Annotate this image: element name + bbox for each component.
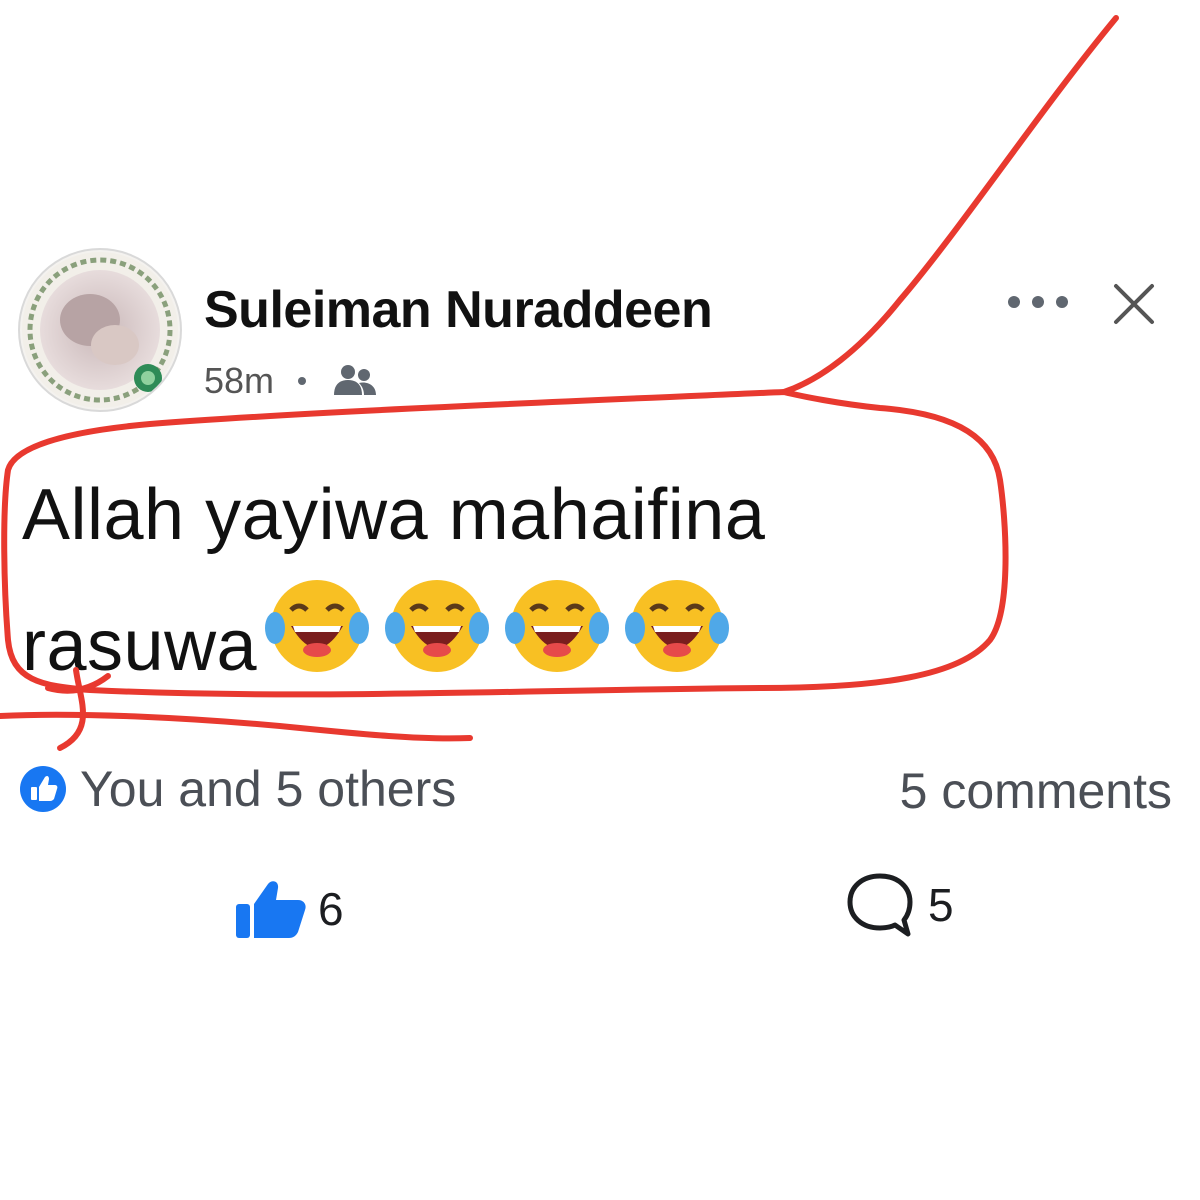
post-body: Allah yayiwa mahaifina rasuwa (22, 460, 1022, 701)
post-meta: 58m (204, 356, 378, 406)
post-timestamp[interactable]: 58m (204, 360, 274, 402)
post-text-line-2-container: rasuwa (22, 570, 1022, 701)
tears-of-joy-emoji-icon (381, 570, 493, 682)
like-count: 6 (318, 883, 344, 935)
author-name[interactable]: Suleiman Nuraddeen (204, 280, 713, 340)
comment-button[interactable]: 5 (842, 870, 954, 940)
friends-icon[interactable] (332, 363, 378, 399)
reactions-summary[interactable]: You and 5 others (18, 760, 456, 818)
tears-of-joy-emoji-icon (501, 570, 613, 682)
avatar[interactable] (18, 248, 182, 412)
tears-of-joy-emoji-icon (261, 570, 373, 682)
post-text-line-1: Allah yayiwa mahaifina (22, 475, 766, 555)
comment-bubble-icon (842, 870, 918, 940)
emoji-row (261, 570, 733, 682)
separator-dot (298, 377, 307, 385)
like-button[interactable]: 6 (234, 878, 344, 940)
reaction-summary-text: You and 5 others (80, 761, 457, 817)
close-icon[interactable] (1106, 276, 1162, 332)
facebook-post: Suleiman Nuraddeen 58m Allah yayiwa maha… (0, 0, 1200, 1200)
tears-of-joy-emoji-icon (621, 570, 733, 682)
post-text-line-2: rasuwa (22, 606, 258, 686)
comment-count: 5 (928, 879, 954, 931)
thumbs-up-icon (234, 878, 308, 940)
like-badge-icon (18, 764, 68, 814)
comments-count-link[interactable]: 5 comments (900, 762, 1172, 820)
more-options-icon[interactable] (1000, 282, 1080, 322)
